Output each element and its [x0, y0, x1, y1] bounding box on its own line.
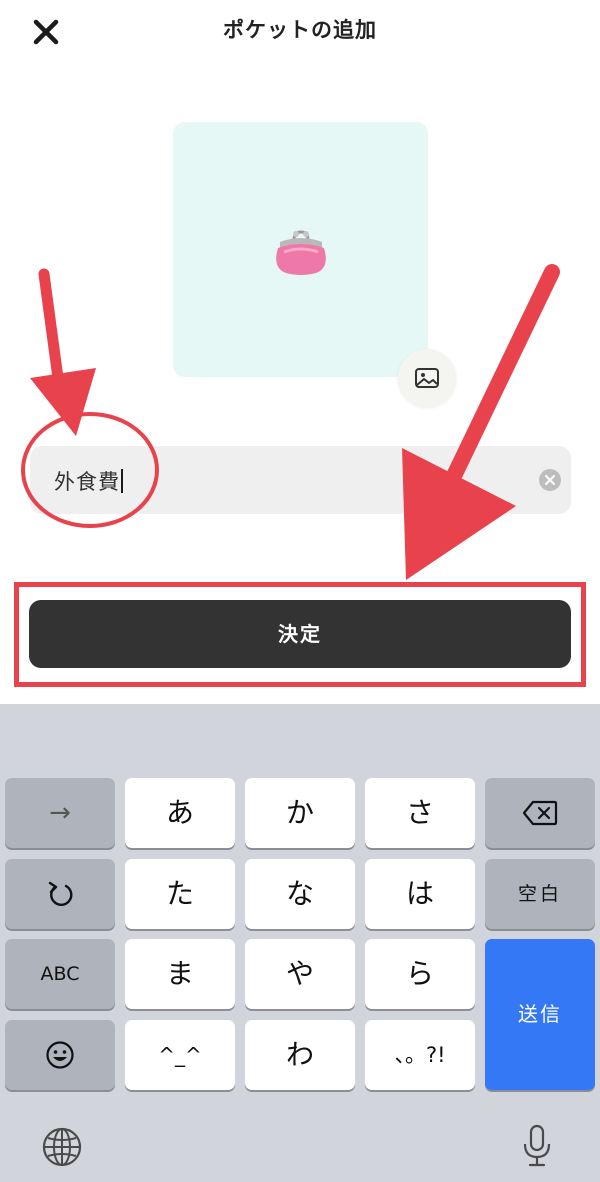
clear-input-button[interactable]: [539, 469, 561, 491]
key-emoji[interactable]: [5, 1020, 115, 1090]
pocket-name-input[interactable]: 外食費: [30, 446, 571, 514]
key-punctuation[interactable]: 、。?!: [365, 1020, 475, 1090]
key-na[interactable]: な: [245, 859, 355, 929]
microphone-icon: [523, 1124, 551, 1167]
key-ma[interactable]: ま: [125, 939, 235, 1009]
key-ka[interactable]: か: [245, 778, 355, 848]
clear-icon: [544, 474, 556, 486]
key-abc[interactable]: ABC: [5, 939, 115, 1009]
key-ra[interactable]: ら: [365, 939, 475, 1009]
backspace-icon: [522, 800, 558, 826]
annotation-arrow-left: [30, 268, 96, 436]
undo-icon: [48, 881, 73, 906]
globe-button[interactable]: [42, 1127, 82, 1167]
key-a[interactable]: あ: [125, 778, 235, 848]
key-sa[interactable]: さ: [365, 778, 475, 848]
header: ポケットの追加: [0, 0, 600, 64]
kana-keyboard: → あ か さ た な は 空白 ABC ま や ら 送信 ^_^ わ 、。?!: [0, 704, 600, 1182]
change-image-button[interactable]: [398, 349, 456, 407]
dictation-button[interactable]: [522, 1124, 552, 1168]
key-arrow-right[interactable]: →: [5, 778, 115, 848]
text-caret: [121, 469, 123, 493]
key-kaomoji[interactable]: ^_^: [125, 1020, 235, 1090]
key-wa[interactable]: わ: [245, 1020, 355, 1090]
key-ta[interactable]: た: [125, 859, 235, 929]
key-space[interactable]: 空白: [485, 859, 595, 929]
image-icon: [415, 368, 439, 388]
page-title: ポケットの追加: [223, 18, 377, 42]
key-ha[interactable]: は: [365, 859, 475, 929]
key-undo[interactable]: [5, 859, 115, 929]
key-send[interactable]: 送信: [485, 939, 595, 1090]
coin-purse-icon: [276, 230, 326, 275]
pocket-name-value: 外食費: [54, 470, 120, 494]
key-backspace[interactable]: [485, 778, 595, 848]
confirm-button[interactable]: 決定: [29, 600, 571, 668]
emoji-icon: [46, 1041, 74, 1069]
globe-icon: [42, 1127, 82, 1167]
key-ya[interactable]: や: [245, 939, 355, 1009]
